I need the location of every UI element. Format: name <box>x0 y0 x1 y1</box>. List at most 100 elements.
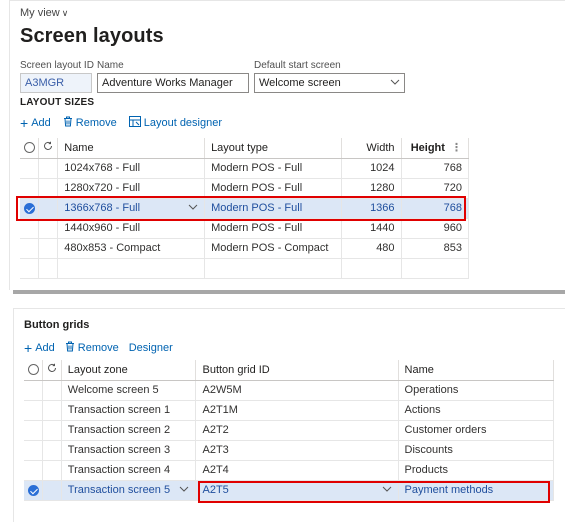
layout-zone-cell: Transaction screen 3 <box>61 440 197 461</box>
height-cell: 960 <box>401 218 470 239</box>
screen-layout-id-label: Screen layout ID <box>20 60 94 71</box>
default-start-screen-value: Welcome screen <box>259 77 341 89</box>
name-field[interactable]: Adventure Works Manager <box>97 73 249 93</box>
row-selector[interactable] <box>20 178 40 199</box>
row-selector[interactable] <box>24 460 44 481</box>
layout-name-cell: 1280x720 - Full <box>57 178 206 199</box>
table-row[interactable]: Transaction screen 1 A2T1M Actions <box>24 400 555 421</box>
row-spacer <box>42 420 62 441</box>
add-button-grid-button[interactable]: + Add <box>24 341 55 355</box>
select-all-column[interactable] <box>20 138 40 159</box>
row-selector[interactable] <box>20 198 40 219</box>
designer-label: Layout designer <box>143 117 223 129</box>
chevron-down-icon[interactable] <box>382 484 392 496</box>
name-column-header[interactable]: Name <box>57 138 206 159</box>
row-spacer <box>42 380 62 401</box>
row-spacer <box>38 198 59 219</box>
row-spacer <box>38 258 59 279</box>
row-selector[interactable] <box>20 158 40 179</box>
checkmark-icon <box>23 202 35 214</box>
layout-zone-cell: Transaction screen 2 <box>61 420 197 441</box>
table-row[interactable]: 1280x720 - Full Modern POS - Full 1280 7… <box>20 178 470 199</box>
layout-zone-value: Transaction screen 5 <box>67 484 171 496</box>
table-row[interactable]: 1024x768 - Full Modern POS - Full 1024 7… <box>20 158 470 179</box>
layout-type-column-header[interactable]: Layout type <box>204 138 342 159</box>
row-selector[interactable] <box>24 440 44 461</box>
layout-sizes-grid: Name Layout type Width Height ⋮ 1024x768… <box>20 138 470 279</box>
table-row[interactable]: Welcome screen 5 A2W5M Operations <box>24 380 555 401</box>
button-grid-name-cell: Customer orders <box>398 420 555 441</box>
row-spacer <box>38 158 59 179</box>
row-selector[interactable] <box>20 218 40 239</box>
row-selector[interactable] <box>24 480 44 501</box>
empty-cell <box>57 258 206 279</box>
row-selector[interactable] <box>24 400 44 421</box>
row-spacer <box>42 440 62 461</box>
width-cell: 1280 <box>341 178 402 199</box>
checkmark-icon <box>27 484 39 496</box>
table-row[interactable]: 1440x960 - Full Modern POS - Full 1440 9… <box>20 218 470 239</box>
button-grid-id-column-header[interactable]: Button grid ID <box>195 360 399 381</box>
row-selector[interactable] <box>20 238 40 259</box>
row-selector[interactable] <box>24 420 44 441</box>
button-grid-name-cell: Actions <box>398 400 555 421</box>
table-row[interactable]: Transaction screen 3 A2T3 Discounts <box>24 440 555 461</box>
layout-name-cell: 1024x768 - Full <box>57 158 206 179</box>
add-label: Add <box>31 117 51 129</box>
button-grid-name-cell: Operations <box>398 380 555 401</box>
layout-sizes-heading: LAYOUT SIZES <box>20 97 95 108</box>
table-row[interactable]: Transaction screen 4 A2T4 Products <box>24 460 555 481</box>
layout-name-cell[interactable]: 1366x768 - Full <box>57 198 206 219</box>
button-grid-name-cell: Discounts <box>398 440 555 461</box>
column-options-icon[interactable]: ⋮ <box>451 142 462 154</box>
button-grid-id-cell: A2T1M <box>195 400 399 421</box>
radio-icon <box>27 364 39 376</box>
layout-zone-cell[interactable]: Transaction screen 5 <box>61 480 197 501</box>
height-cell: 720 <box>401 178 470 199</box>
chevron-down-icon[interactable] <box>179 484 189 496</box>
refresh-icon[interactable] <box>38 138 59 159</box>
height-column-header[interactable]: Height ⋮ <box>401 138 470 159</box>
page-title: Screen layouts <box>20 25 164 47</box>
width-cell: 1366 <box>341 198 402 219</box>
layout-type-cell: Modern POS - Full <box>204 158 342 179</box>
chevron-down-icon[interactable] <box>188 202 198 214</box>
table-row-selected[interactable]: 1366x768 - Full Modern POS - Full 1366 7… <box>20 198 470 219</box>
button-grid-id-cell[interactable]: A2T5 <box>195 480 399 501</box>
chevron-down-icon <box>390 77 400 89</box>
layout-name-cell: 1440x960 - Full <box>57 218 206 239</box>
refresh-icon[interactable] <box>42 360 62 381</box>
table-row-empty <box>20 258 470 279</box>
row-spacer <box>42 480 62 501</box>
designer-icon <box>128 116 141 130</box>
layout-sizes-toolbar: + Add Remove Layout designer <box>20 115 222 131</box>
width-cell: 1440 <box>341 218 402 239</box>
table-row[interactable]: Transaction screen 2 A2T2 Customer order… <box>24 420 555 441</box>
button-grid-name-column-header[interactable]: Name <box>398 360 555 381</box>
remove-button-grid-button[interactable]: Remove <box>65 341 119 355</box>
row-selector[interactable] <box>24 380 44 401</box>
layout-zone-column-header[interactable]: Layout zone <box>61 360 197 381</box>
default-start-screen-select[interactable]: Welcome screen <box>254 73 405 93</box>
chevron-down-icon: ∨ <box>61 7 69 18</box>
width-column-header[interactable]: Width <box>341 138 402 159</box>
pane-splitter[interactable] <box>13 290 565 294</box>
layout-zone-cell: Transaction screen 4 <box>61 460 197 481</box>
screen-layout-id-field[interactable]: A3MGR <box>20 73 92 93</box>
plus-icon: + <box>20 115 29 131</box>
layout-designer-button[interactable]: Layout designer <box>128 116 223 130</box>
remove-layout-size-button[interactable]: Remove <box>63 116 117 130</box>
trash-icon <box>63 116 73 130</box>
row-spacer <box>38 218 59 239</box>
add-layout-size-button[interactable]: + Add <box>20 116 51 130</box>
designer-button[interactable]: Designer <box>129 342 173 354</box>
row-spacer <box>42 400 62 421</box>
radio-icon <box>23 142 35 154</box>
table-row[interactable]: 480x853 - Compact Modern POS - Compact 4… <box>20 238 470 259</box>
select-all-column[interactable] <box>24 360 44 381</box>
table-row-selected[interactable]: Transaction screen 5 A2T5 Payment method… <box>24 480 555 501</box>
layout-zone-cell: Transaction screen 1 <box>61 400 197 421</box>
empty-cell <box>341 258 402 279</box>
layout-zone-cell: Welcome screen 5 <box>61 380 197 401</box>
view-selector[interactable]: My view ∨ <box>20 7 68 19</box>
